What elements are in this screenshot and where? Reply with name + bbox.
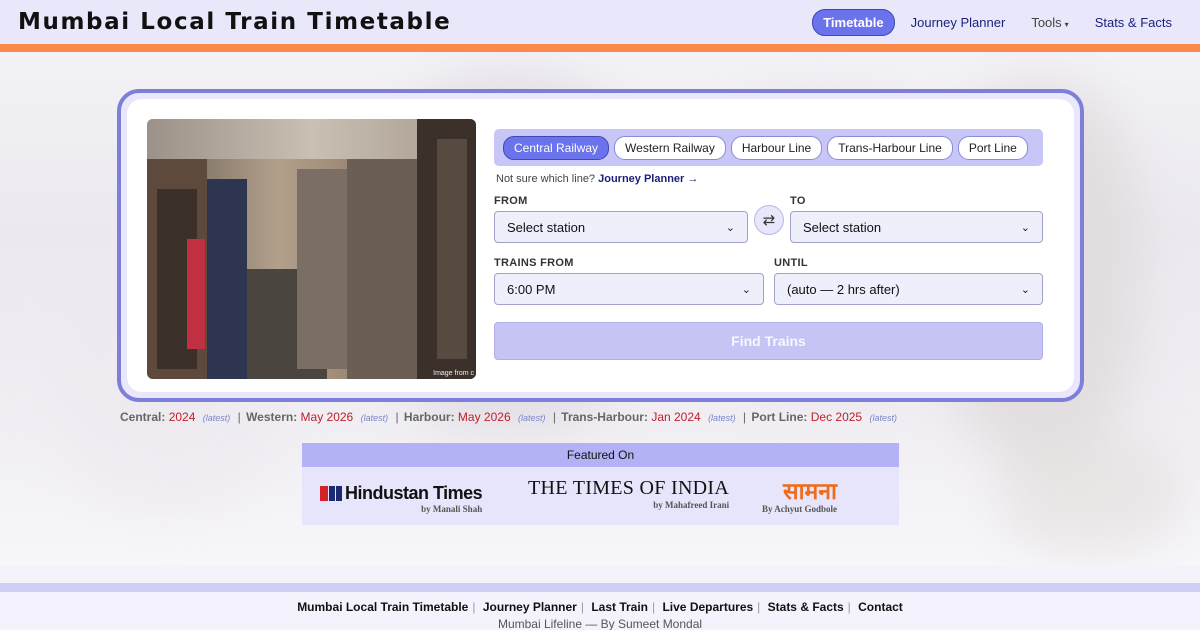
from-station-value: Select station [507,219,586,235]
photo-credit: Image from c [433,370,474,377]
chevron-down-icon: ⌄ [741,283,751,296]
separator: | [847,600,851,614]
saamana-logo[interactable]: सामना By Achyut Godbole [762,479,838,515]
date-value: 2024 [168,410,196,424]
to-station-value: Select station [803,219,882,235]
latest-link[interactable]: (latest) [869,413,897,423]
hint-text: Not sure which line? [496,173,596,185]
separator: | [742,410,747,424]
footer-links: Mumbai Local Train Timetable | Journey Pl… [0,600,1200,614]
separator: | [757,600,761,614]
until-select[interactable]: (auto — 2 hrs after) ⌄ [774,273,1043,305]
swap-stations-button[interactable]: ⇄ [754,205,784,235]
from-label: FROM [494,195,528,207]
latest-link[interactable]: (latest) [361,413,389,423]
trains-from-select[interactable]: 6:00 PM ⌄ [494,273,764,305]
separator: | [580,600,584,614]
latest-link[interactable]: (latest) [708,413,736,423]
trains-from-label: TRAINS FROM [494,257,574,269]
footer-band [0,583,1200,592]
latest-link[interactable]: (latest) [203,413,231,423]
header-accent-bar [0,44,1200,52]
line-selector: Central Railway Western Railway Harbour … [494,129,1043,166]
footer-tagline: Mumbai Lifeline — By Sumeet Mondal [497,617,703,630]
nav-timetable[interactable]: Timetable [812,8,895,36]
featured-on-panel: Featured On Hindustan Times by Manali Sh… [302,443,899,525]
date-value: Jan 2024 [651,410,701,424]
footer-link-timetable[interactable]: Mumbai Local Train Timetable [297,600,468,614]
date-line-label: Western: [246,410,298,424]
line-tab-port[interactable]: Port Line [957,135,1028,160]
to-station-select[interactable]: Select station ⌄ [790,211,1043,243]
toi-byline: by Mahafreed Irani [653,500,730,510]
ht-byline: by Manali Shah [421,504,483,514]
line-hint: Not sure which line? Journey Planner → [496,173,1043,185]
toi-name: THE TIMES OF INDIA [528,477,730,499]
caret-down-icon: ▾ [1064,19,1069,29]
station-row: FROM Select station ⌄ ⇄ TO Select statio… [494,195,1043,245]
nav-tools-dropdown[interactable]: Tools ▾ [1021,10,1078,35]
ht-bars-icon [320,486,342,501]
separator: | [472,600,476,614]
date-line-label: Harbour: [403,410,455,424]
date-line-label: Port Line: [751,410,808,424]
line-tab-trans-harbour[interactable]: Trans-Harbour Line [827,135,953,160]
time-row: TRAINS FROM 6:00 PM ⌄ UNTIL (auto — 2 hr… [494,257,1043,307]
line-tab-central[interactable]: Central Railway [503,135,610,160]
separator: | [552,410,556,424]
nav-journey-planner[interactable]: Journey Planner [901,10,1016,35]
separator: | [395,410,399,424]
trains-from-value: 6:00 PM [507,281,556,297]
to-label: TO [790,195,806,207]
find-trains-button[interactable]: Find Trains [494,322,1043,360]
line-tab-western[interactable]: Western Railway [614,135,726,160]
main-nav: Timetable Journey Planner Tools ▾ Stats &… [812,8,1182,36]
times-of-india-logo[interactable]: THE TIMES OF INDIA by Mahafreed Irani [528,477,729,510]
line-tab-harbour[interactable]: Harbour Line [730,135,823,160]
search-card-inner: Image from c Central Railway Western Rai… [127,99,1074,392]
site-title[interactable]: Mumbai Local Train Timetable [18,9,451,35]
chevron-down-icon: ⌄ [1020,221,1030,234]
date-line-label: Central: [120,410,166,424]
search-form: Central Railway Western Railway Harbour … [494,129,1043,360]
date-line-label: Trans-Harbour: [561,410,648,424]
featured-heading: Featured On [302,443,899,467]
ht-wordmark: Hindustan Times [320,483,483,504]
latest-link[interactable]: (latest) [518,413,546,423]
nav-stats-facts[interactable]: Stats & Facts [1085,10,1182,35]
until-value: (auto — 2 hrs after) [787,281,900,297]
separator: | [237,410,241,424]
footer-link-live-departures[interactable]: Live Departures [662,600,753,614]
ht-name: Hindustan Times [345,483,483,503]
search-card: Image from c Central Railway Western Rai… [117,89,1084,402]
samna-name: सामना [783,479,838,505]
samna-byline: By Achyut Godbole [762,504,838,514]
journey-planner-link[interactable]: Journey Planner → [598,173,698,185]
date-value: May 2026 [457,410,511,424]
crowded-train-photo: Image from c [147,119,476,379]
footer-link-last-train[interactable]: Last Train [591,600,648,614]
footer-link-journey-planner[interactable]: Journey Planner [483,600,577,614]
chevron-down-icon: ⌄ [1020,283,1030,296]
hindustan-times-logo[interactable]: Hindustan Times by Manali Shah [320,483,483,514]
separator: | [652,600,656,614]
from-station-select[interactable]: Select station ⌄ [494,211,748,243]
site-footer: Mumbai Local Train Timetable | Journey Pl… [0,592,1200,630]
swap-arrows-icon: ⇄ [762,211,776,229]
chevron-down-icon: ⌄ [725,221,735,234]
site-header: Mumbai Local Train Timetable Timetable J… [0,0,1200,44]
until-label: UNTIL [774,257,808,269]
timetable-dates: Central: 2024 (latest) | Western: May 20… [120,410,899,424]
footer-link-stats-facts[interactable]: Stats & Facts [768,600,844,614]
footer-link-contact[interactable]: Contact [858,600,903,614]
date-value: Dec 2025 [810,410,863,424]
nav-tools-label: Tools [1031,14,1062,30]
date-value: May 2026 [300,410,354,424]
